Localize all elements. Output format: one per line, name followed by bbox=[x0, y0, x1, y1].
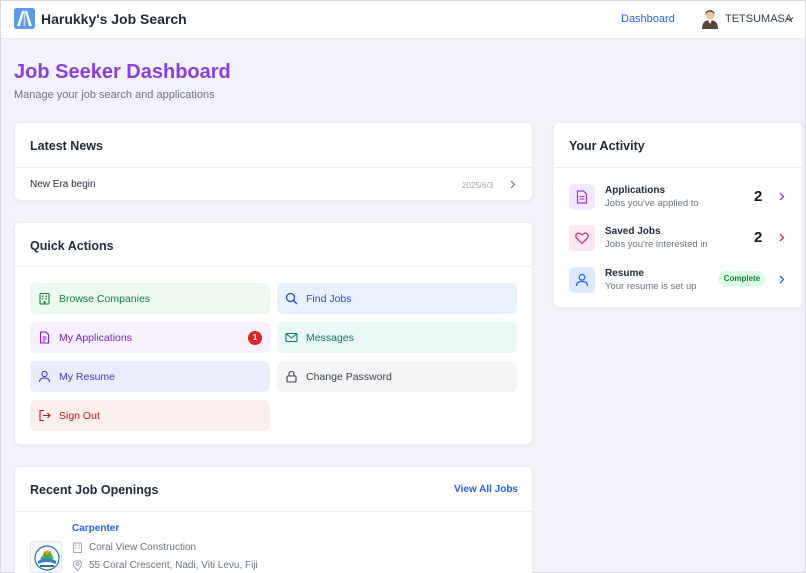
user-icon bbox=[38, 370, 51, 383]
my-applications-label: My Applications bbox=[59, 332, 132, 344]
card-header: Recent Job Openings View All Jobs bbox=[15, 467, 532, 512]
news-item-date: 2025/6/3 bbox=[462, 181, 494, 190]
building-icon bbox=[73, 542, 82, 553]
map-pin-icon bbox=[72, 560, 83, 571]
lock-icon bbox=[286, 370, 297, 383]
activity-count: 2 bbox=[754, 229, 763, 246]
activity-label: Resume bbox=[605, 268, 644, 279]
page-subtitle: Manage your job search and applications bbox=[14, 89, 215, 101]
activity-sub: Jobs you've applied to bbox=[605, 198, 699, 209]
browse-companies-button[interactable]: Browse Companies bbox=[30, 283, 270, 314]
activity-label: Applications bbox=[605, 185, 666, 196]
status-badge: Complete bbox=[718, 271, 766, 287]
your-activity-card: Your Activity Applications Jobs you've a… bbox=[553, 122, 803, 308]
quick-actions-title: Quick Actions bbox=[30, 239, 114, 253]
browse-companies-label: Browse Companies bbox=[59, 293, 151, 305]
activity-label: Saved Jobs bbox=[605, 226, 661, 237]
nav-link-dashboard[interactable]: Dashboard bbox=[621, 13, 675, 25]
chevron-right-icon bbox=[779, 233, 785, 242]
card-header: Your Activity bbox=[554, 123, 802, 168]
app-title[interactable]: Harukky's Job Search bbox=[41, 11, 187, 27]
top-navbar: Harukky's Job Search Dashboard TETSUMASA bbox=[1, 1, 805, 39]
sign-out-button[interactable]: Sign Out bbox=[30, 400, 270, 431]
activity-count: 2 bbox=[754, 188, 763, 205]
change-password-label: Change Password bbox=[306, 371, 392, 383]
messages-button[interactable]: Messages bbox=[277, 322, 517, 353]
sign-out-icon bbox=[39, 409, 51, 422]
your-activity-title: Your Activity bbox=[569, 139, 645, 153]
activity-icon-box bbox=[569, 225, 595, 251]
username-label[interactable]: TETSUMASA bbox=[725, 13, 792, 25]
activity-sub: Your resume is set up bbox=[605, 281, 697, 292]
chevron-down-icon[interactable] bbox=[786, 15, 794, 23]
sign-out-label: Sign Out bbox=[59, 410, 100, 422]
job-title-link[interactable]: Carpenter bbox=[72, 523, 119, 534]
find-jobs-label: Find Jobs bbox=[306, 293, 352, 305]
job-location: 55 Coral Crescent, Nadi, Viti Levu, Fiji bbox=[89, 560, 258, 571]
company-logo[interactable] bbox=[30, 541, 62, 573]
heart-icon bbox=[575, 232, 589, 245]
my-resume-label: My Resume bbox=[59, 371, 116, 383]
page-title: Job Seeker Dashboard bbox=[14, 61, 231, 83]
card-header: Quick Actions bbox=[15, 223, 532, 267]
latest-news-card: Latest News New Era begin 2025/6/3 bbox=[14, 122, 533, 201]
my-resume-button[interactable]: My Resume bbox=[30, 361, 270, 392]
user-avatar[interactable] bbox=[701, 9, 719, 29]
activity-sub: Jobs you're interested in bbox=[605, 239, 708, 250]
activity-row-saved-jobs[interactable]: Saved Jobs Jobs you're interested in 2 bbox=[569, 223, 791, 253]
chevron-right-icon bbox=[510, 180, 516, 189]
card-header: Latest News bbox=[15, 123, 532, 168]
news-item-title: New Era begin bbox=[30, 179, 96, 190]
latest-news-title: Latest News bbox=[30, 139, 103, 153]
news-item[interactable]: New Era begin 2025/6/3 bbox=[30, 179, 520, 193]
search-icon bbox=[285, 292, 298, 305]
activity-row-applications[interactable]: Applications Jobs you've applied to 2 bbox=[569, 182, 791, 212]
view-all-jobs-link[interactable]: View All Jobs bbox=[454, 484, 518, 495]
job-company: Coral View Construction bbox=[89, 542, 197, 553]
messages-label: Messages bbox=[306, 332, 354, 344]
quick-actions-card: Quick Actions Browse Companies Find Jobs… bbox=[14, 222, 533, 445]
activity-row-resume[interactable]: Resume Your resume is set up Complete bbox=[569, 265, 791, 295]
find-jobs-button[interactable]: Find Jobs bbox=[277, 283, 517, 314]
notification-badge: 1 bbox=[248, 331, 262, 345]
activity-icon-box bbox=[569, 184, 595, 210]
chevron-right-icon bbox=[779, 275, 785, 284]
recent-jobs-title: Recent Job Openings bbox=[30, 483, 159, 497]
user-icon bbox=[575, 273, 589, 287]
recent-jobs-card: Recent Job Openings View All Jobs Carpen… bbox=[14, 466, 533, 573]
app-logo-icon[interactable] bbox=[14, 8, 35, 29]
building-icon bbox=[39, 292, 50, 305]
chevron-right-icon bbox=[779, 192, 785, 201]
document-icon bbox=[39, 331, 50, 344]
change-password-button[interactable]: Change Password bbox=[277, 361, 517, 392]
mail-icon bbox=[285, 332, 298, 343]
document-icon bbox=[576, 190, 588, 204]
activity-icon-box bbox=[569, 267, 595, 293]
my-applications-button[interactable]: My Applications 1 bbox=[30, 322, 270, 353]
